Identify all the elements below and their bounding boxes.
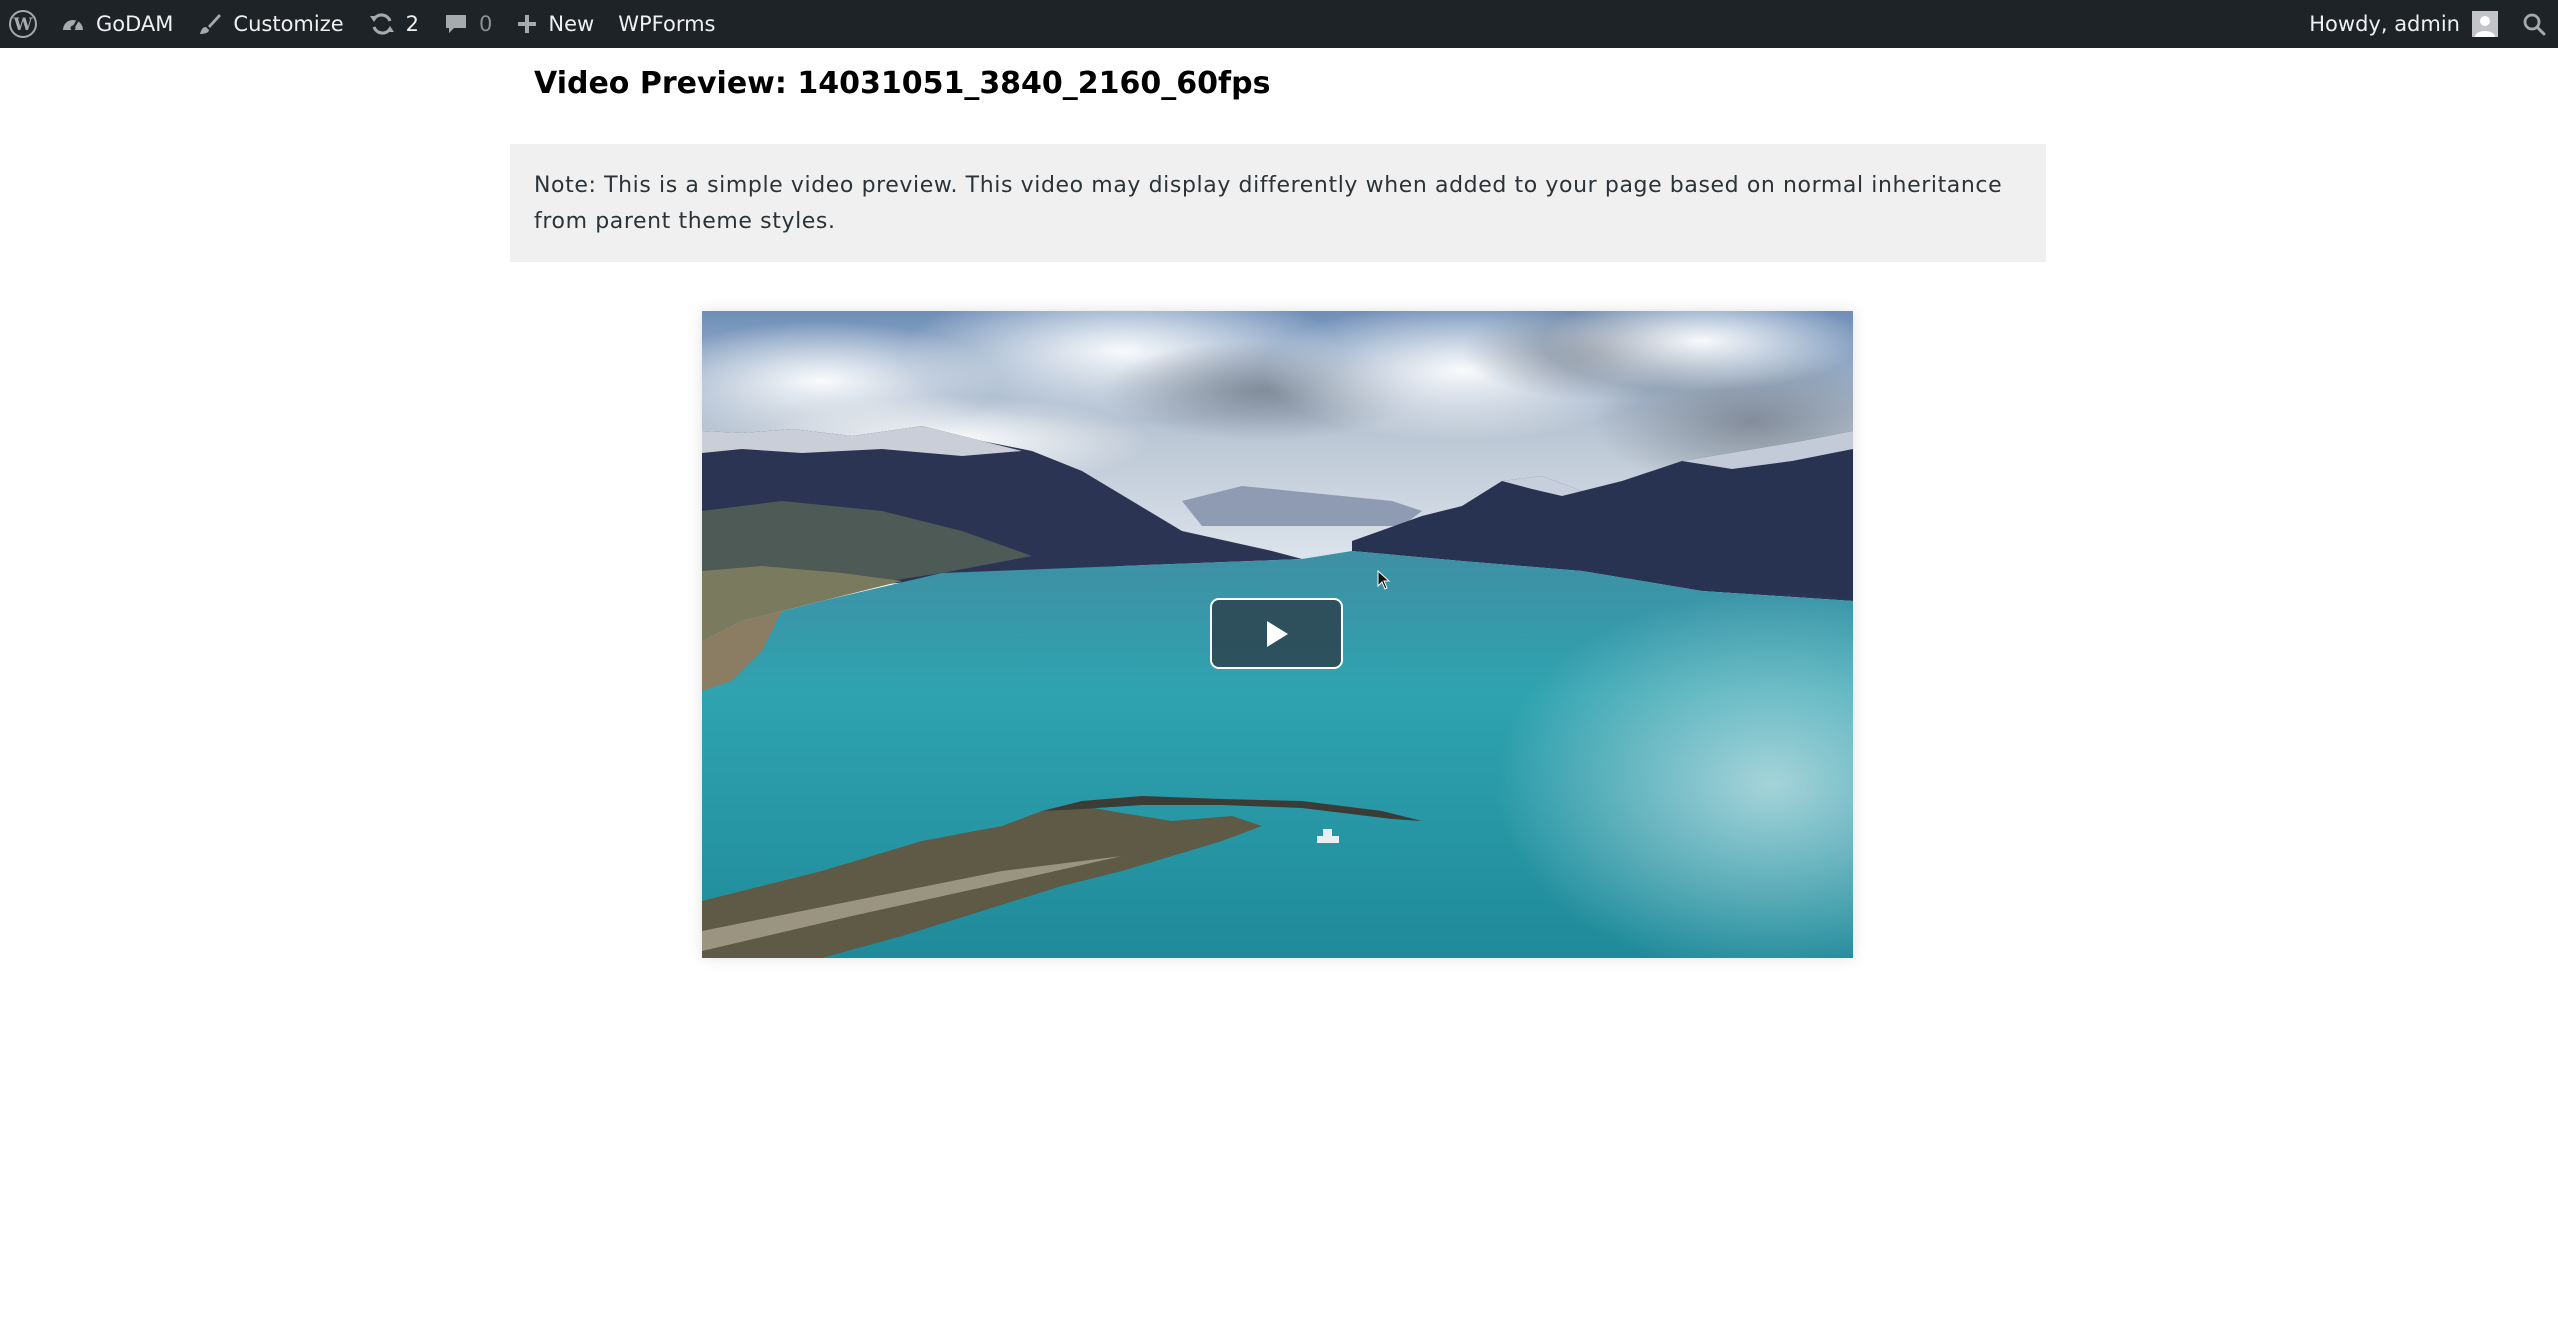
admin-bar-new-content[interactable]: New <box>504 0 606 48</box>
updates-count: 2 <box>405 12 420 36</box>
play-button[interactable] <box>1210 598 1343 669</box>
admin-bar-my-account[interactable]: Howdy, admin <box>2297 0 2510 48</box>
comments-count: 0 <box>479 12 493 36</box>
admin-bar-site-name[interactable]: GoDAM <box>48 0 185 48</box>
admin-bar-wp-menu[interactable]: W <box>0 0 48 48</box>
avatar <box>2472 11 2498 37</box>
greeting-label: Howdy, admin <box>2309 12 2460 36</box>
admin-bar-wpforms[interactable]: WPForms <box>606 0 727 48</box>
customize-label: Customize <box>233 12 344 36</box>
admin-bar-left: W GoDAM Customize 2 0 New WPForms <box>0 0 728 48</box>
preview-note: Note: This is a simple video preview. Th… <box>510 144 2046 262</box>
admin-bar-right: Howdy, admin <box>2297 0 2558 48</box>
plus-icon <box>516 13 538 35</box>
play-icon <box>1266 620 1288 647</box>
paintbrush-icon <box>197 11 223 37</box>
search-icon <box>2522 12 2546 36</box>
wpforms-label: WPForms <box>618 12 716 36</box>
admin-bar-comments[interactable]: 0 <box>431 0 504 48</box>
admin-bar: W GoDAM Customize 2 0 New WPForms Howdy,… <box>0 0 2558 48</box>
new-label: New <box>548 12 595 36</box>
dashboard-icon <box>60 11 86 37</box>
admin-bar-customize[interactable]: Customize <box>185 0 355 48</box>
page-title: Video Preview: 14031051_3840_2160_60fps <box>534 66 1271 101</box>
updates-icon <box>368 10 396 38</box>
admin-bar-search[interactable] <box>2510 0 2558 48</box>
site-name-label: GoDAM <box>96 12 174 36</box>
wordpress-logo-icon: W <box>8 9 38 39</box>
svg-text:W: W <box>12 15 33 35</box>
comments-icon <box>443 11 469 37</box>
admin-bar-updates[interactable]: 2 <box>356 0 431 48</box>
video-player[interactable] <box>702 311 1853 958</box>
